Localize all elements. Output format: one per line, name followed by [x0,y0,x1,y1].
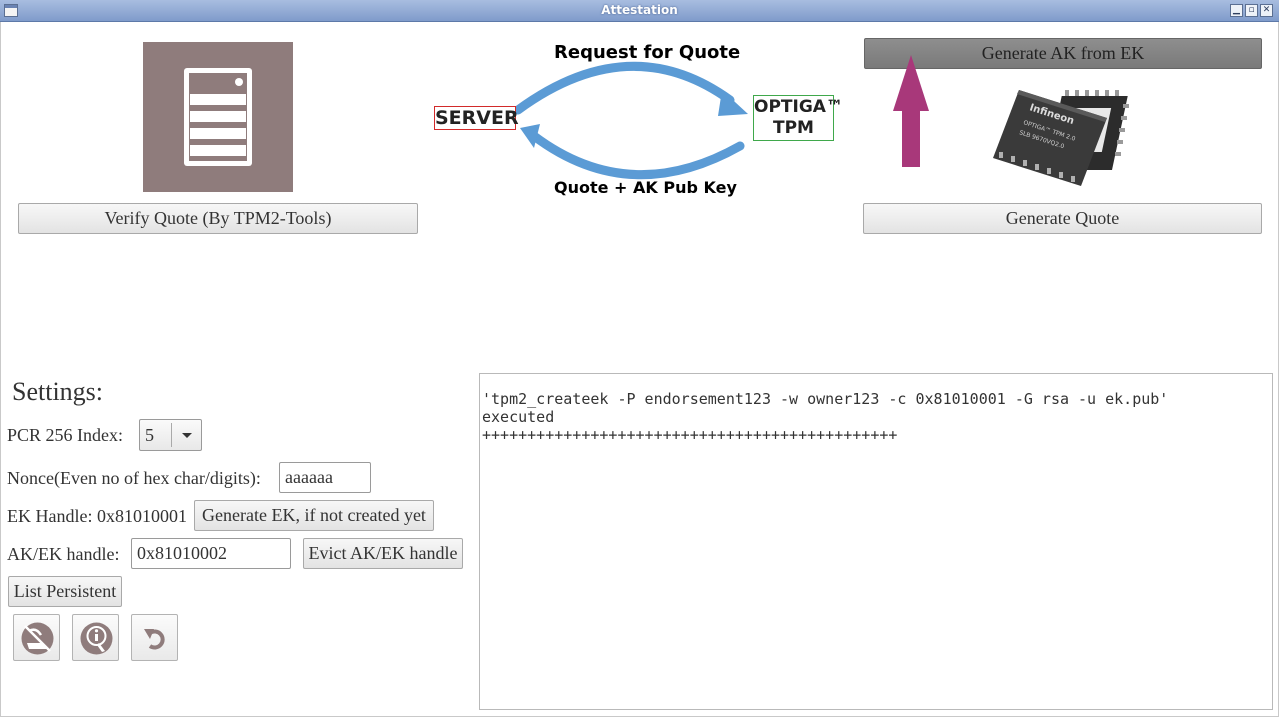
info-button[interactable] [72,614,119,661]
verify-quote-button[interactable]: Verify Quote (By TPM2-Tools) [18,203,418,234]
pcr-index-value: 5 [145,425,154,445]
console-line: ++++++++++++++++++++++++++++++++++++++++… [482,426,898,444]
ak-ek-handle-input[interactable] [131,538,291,569]
tpm-chip-image: Infineon OPTIGA™ TPM 2.0 SLB 9670VQ2.0 [993,90,1129,186]
nonce-input[interactable] [279,462,371,493]
pcr-index-select[interactable]: 5 [139,419,202,451]
maximize-button[interactable]: ▫ [1245,4,1258,17]
exit-icon [21,622,54,655]
server-tile [143,42,293,192]
close-button[interactable]: ✕ [1260,4,1273,17]
minimize-button[interactable]: ▁ [1230,4,1243,17]
chevron-down-icon[interactable] [182,433,192,438]
console-line: executed [482,408,555,426]
tpm-label-box: OPTIGA™ TPM [753,95,843,141]
tpm-label-line2: TPM [754,120,833,137]
select-divider [171,423,172,447]
generate-ek-button[interactable]: Generate EK, if not created yet [194,500,434,531]
console-line: 'tpm2_createek -P endorsement123 -w owne… [482,390,1169,408]
title-bar: Attestation ▁ ▫ ✕ [0,0,1279,22]
up-arrow-icon [893,55,929,167]
evict-handle-button[interactable]: Evict AK/EK handle [303,538,463,569]
nonce-label: Nonce(Even no of hex char/digits): [7,468,261,488]
exit-button[interactable] [13,614,60,661]
console-output[interactable]: 'tpm2_createek -P endorsement123 -w owne… [479,373,1273,710]
reset-icon [144,629,165,650]
ek-handle-label: EK Handle: 0x81010001 [7,506,187,526]
ak-ek-handle-label: AK/EK handle: [7,544,120,564]
window-title: Attestation [601,3,678,17]
server-label: SERVER [434,106,519,130]
reset-button[interactable] [131,614,178,661]
generate-quote-button[interactable]: Generate Quote [863,203,1262,234]
pcr-index-label: PCR 256 Index: [7,425,124,445]
attestation-diagram: Request for Quote Quote + AK Pub Key SER… [430,38,843,203]
settings-title: Settings: [12,377,104,406]
server-icon [184,68,252,166]
list-persistent-button[interactable]: List Persistent [8,576,122,607]
info-icon [80,622,113,655]
tpm-label-line1: OPTIGA™ [754,97,843,117]
